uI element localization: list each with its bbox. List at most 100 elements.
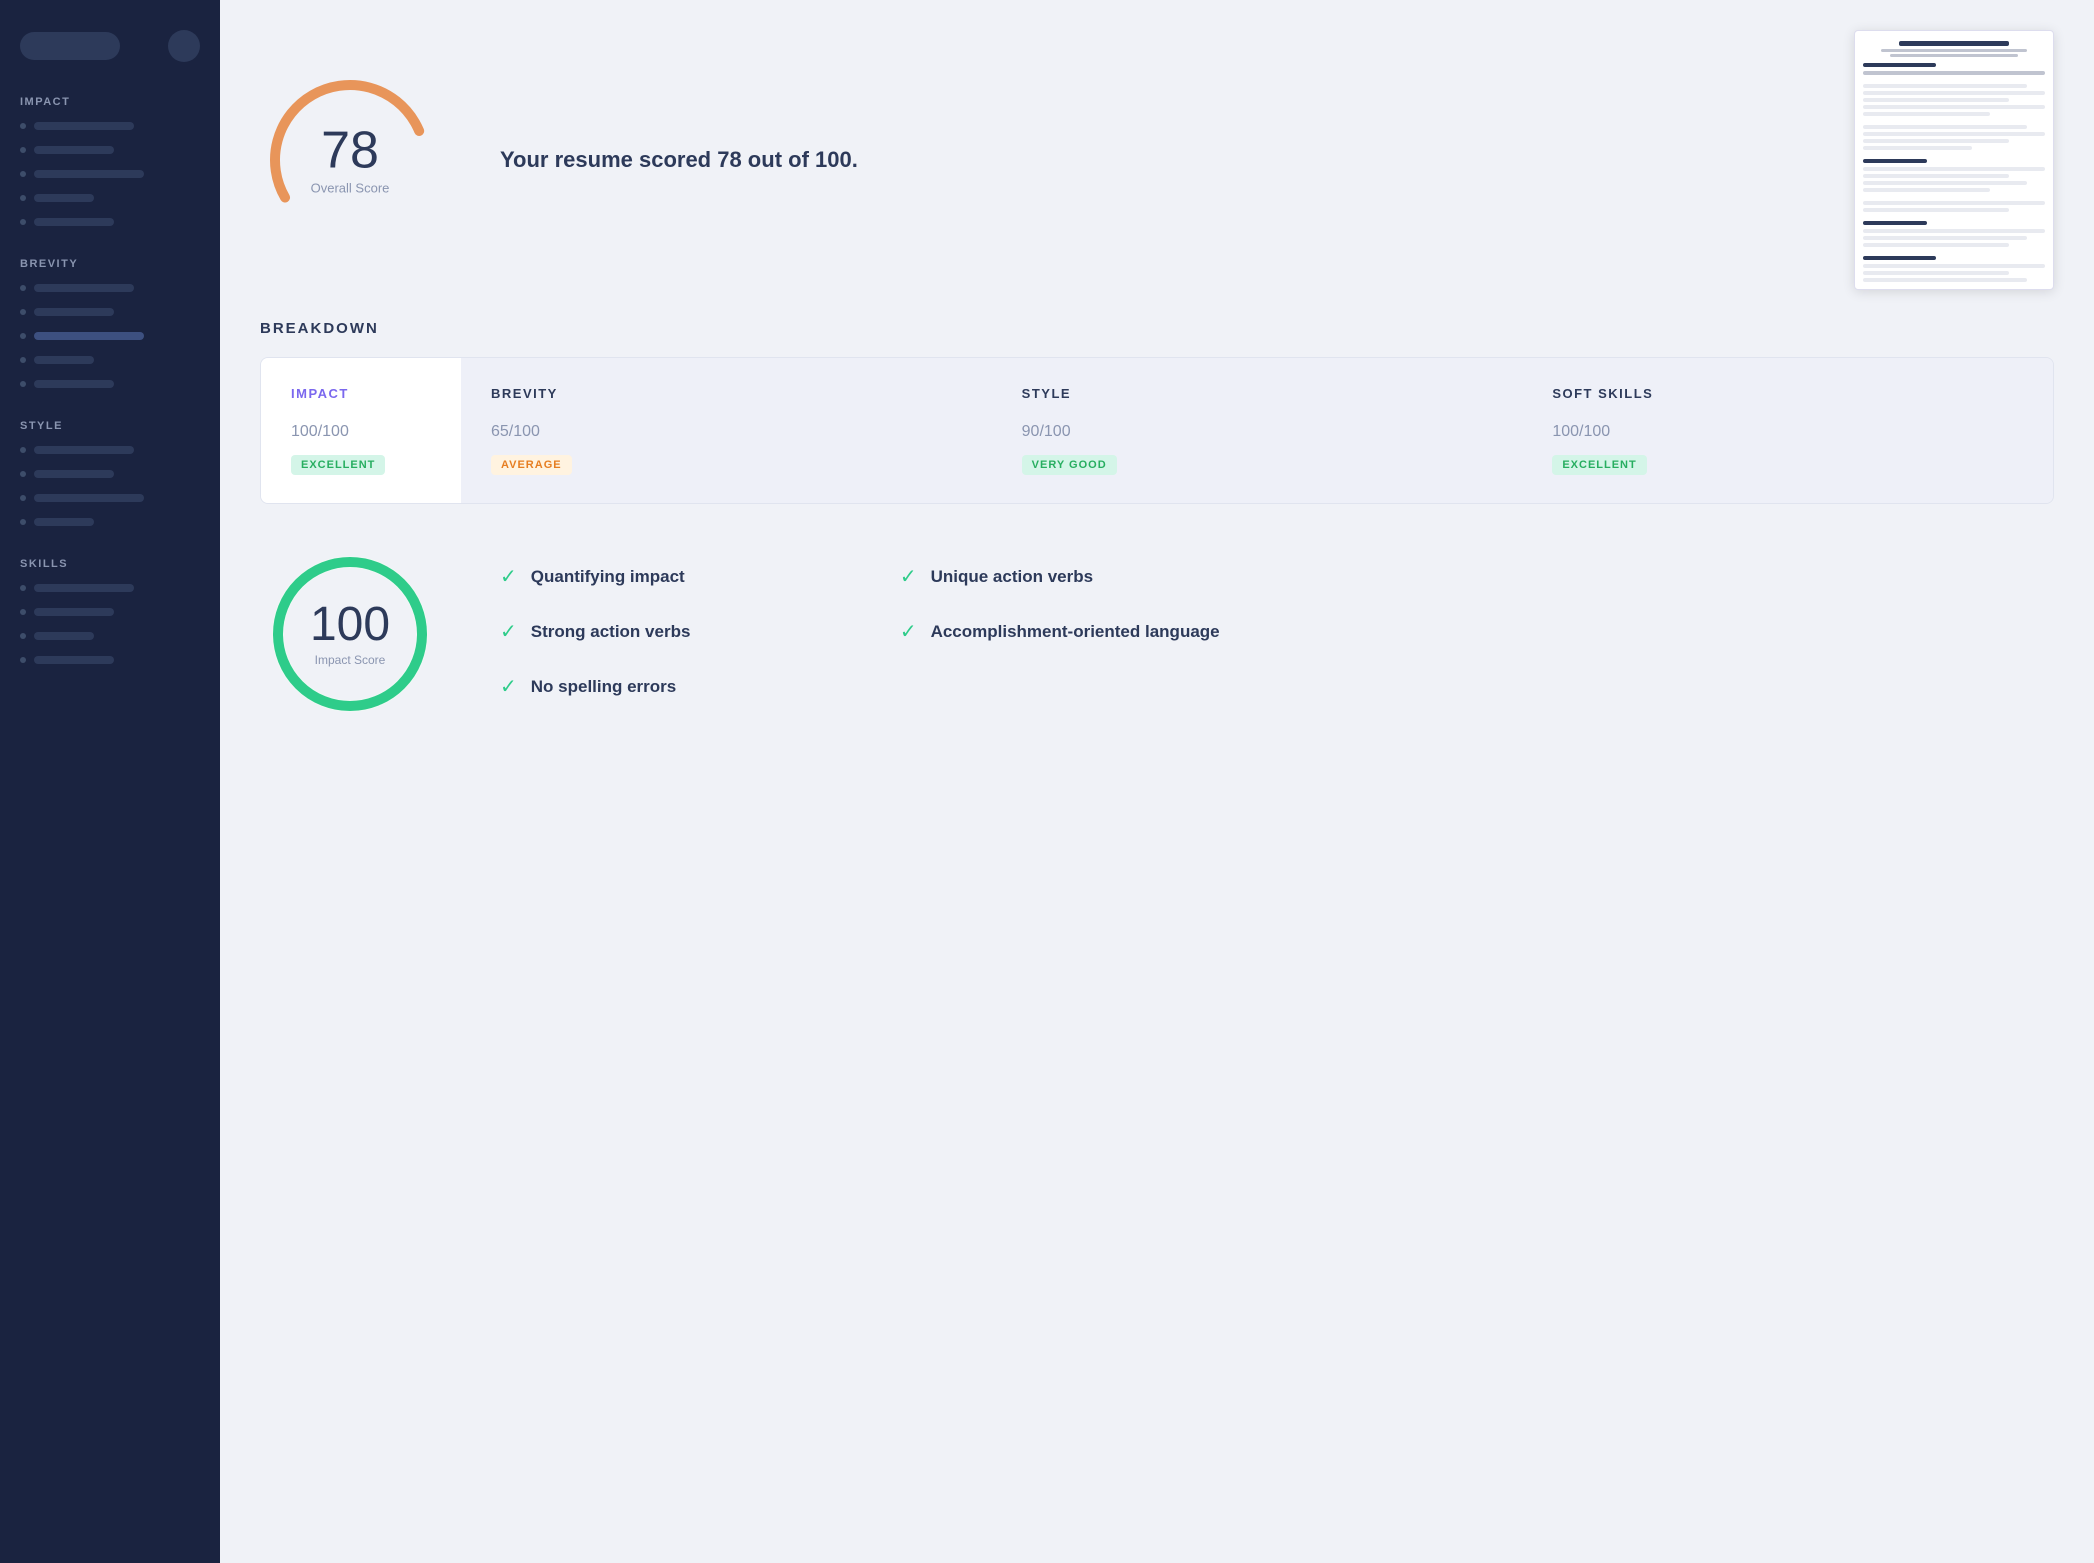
score-value: 78 xyxy=(311,125,390,177)
sidebar-item[interactable] xyxy=(20,652,200,668)
sidebar-item[interactable] xyxy=(20,604,200,620)
sidebar-bar xyxy=(34,446,134,454)
resume-line xyxy=(1863,208,2009,212)
sidebar-dot xyxy=(20,609,26,615)
sidebar-item[interactable] xyxy=(20,466,200,482)
sidebar-dot xyxy=(20,171,26,177)
sidebar-dot xyxy=(20,381,26,387)
sidebar-dot xyxy=(20,519,26,525)
sidebar-dot xyxy=(20,633,26,639)
sidebar-top-controls xyxy=(0,20,220,82)
check-text: No spelling errors xyxy=(531,677,676,697)
sidebar-item[interactable] xyxy=(20,166,200,182)
sidebar-item[interactable] xyxy=(20,304,200,320)
score-section: 78 Overall Score Your resume scored 78 o… xyxy=(260,30,2054,290)
sidebar-pill[interactable] xyxy=(20,32,120,60)
sidebar-section-style: STYLE xyxy=(0,406,220,544)
breakdown-badge-style: VERY GOOD xyxy=(1022,455,1117,475)
impact-circle: 100 Impact Score xyxy=(260,544,440,724)
sidebar-bar xyxy=(34,494,144,502)
sidebar-item[interactable] xyxy=(20,214,200,230)
breakdown-badge-softskills: EXCELLENT xyxy=(1552,455,1646,475)
sidebar-bar xyxy=(34,584,134,592)
check-item-spelling: ✓ No spelling errors xyxy=(500,674,820,699)
resume-line xyxy=(1863,278,2027,282)
breakdown-table: IMPACT 100/100 EXCELLENT BREVITY 65/100 … xyxy=(260,357,2054,504)
impact-score-value: 100 xyxy=(310,601,390,649)
resume-line xyxy=(1863,84,2027,88)
breakdown-category-label: SOFT SKILLS xyxy=(1552,386,2023,401)
sidebar-bar xyxy=(34,284,134,292)
resume-line xyxy=(1863,201,2045,205)
sidebar-label-brevity: BREVITY xyxy=(20,258,200,270)
resume-line xyxy=(1863,112,1990,116)
sidebar-bar xyxy=(34,170,144,178)
sidebar-dot xyxy=(20,333,26,339)
sidebar-item[interactable] xyxy=(20,328,200,344)
resume-line xyxy=(1863,71,2045,75)
sidebar-item[interactable] xyxy=(20,190,200,206)
sidebar-circle-button[interactable] xyxy=(168,30,200,62)
breakdown-cell-style: STYLE 90/100 VERY GOOD xyxy=(992,358,1523,503)
check-item-unique: ✓ Unique action verbs xyxy=(900,564,1220,589)
resume-line xyxy=(1863,105,2045,109)
sidebar-dot xyxy=(20,357,26,363)
sidebar-item[interactable] xyxy=(20,628,200,644)
sidebar-item[interactable] xyxy=(20,376,200,392)
breakdown-category-label: BREVITY xyxy=(491,386,962,401)
check-icon: ✓ xyxy=(900,619,917,644)
resume-line xyxy=(1863,243,2009,247)
resume-line xyxy=(1863,264,2045,268)
check-item-strong: ✓ Strong action verbs xyxy=(500,619,820,644)
check-text: Unique action verbs xyxy=(931,567,1093,587)
check-icon: ✓ xyxy=(500,674,517,699)
sidebar-bar xyxy=(34,608,114,616)
check-text: Accomplishment-oriented language xyxy=(931,622,1220,642)
resume-line xyxy=(1863,146,1972,150)
sidebar-bar xyxy=(34,122,134,130)
score-circle: 78 Overall Score xyxy=(260,70,440,250)
resume-line xyxy=(1863,271,2009,275)
sidebar-item[interactable] xyxy=(20,142,200,158)
resume-thumbnail[interactable] xyxy=(1854,30,2054,290)
breakdown-title: BREAKDOWN xyxy=(260,320,2054,337)
sidebar-section-impact: IMPACT xyxy=(0,82,220,244)
impact-detail: 100 Impact Score ✓ Quantifying impact ✓ … xyxy=(260,544,2054,724)
check-text: Quantifying impact xyxy=(531,567,685,587)
sidebar-item[interactable] xyxy=(20,280,200,296)
check-item-quantifying: ✓ Quantifying impact xyxy=(500,564,820,589)
sidebar-label-skills: SKILLS xyxy=(20,558,200,570)
resume-line xyxy=(1863,125,2027,129)
sidebar-dot xyxy=(20,309,26,315)
sidebar-item[interactable] xyxy=(20,352,200,368)
sidebar-bar xyxy=(34,332,144,340)
check-icon: ✓ xyxy=(500,619,517,644)
impact-text: 100 Impact Score xyxy=(310,601,390,667)
sidebar-item[interactable] xyxy=(20,490,200,506)
sidebar-bar xyxy=(34,656,114,664)
resume-line xyxy=(1863,132,2045,136)
sidebar-item[interactable] xyxy=(20,580,200,596)
resume-line xyxy=(1863,174,2009,178)
breakdown-score-style: 90/100 xyxy=(1022,411,1493,443)
breakdown-score-impact: 100/100 xyxy=(291,411,431,443)
resume-line xyxy=(1863,181,2027,185)
score-headline: Your resume scored 78 out of 100. xyxy=(500,147,858,173)
sidebar-item[interactable] xyxy=(20,118,200,134)
sidebar-dot xyxy=(20,585,26,591)
sidebar-bar xyxy=(34,356,94,364)
sidebar-bar xyxy=(34,380,114,388)
breakdown-score-brevity: 65/100 xyxy=(491,411,962,443)
sidebar-dot xyxy=(20,447,26,453)
sidebar-bar xyxy=(34,218,114,226)
check-icon: ✓ xyxy=(500,564,517,589)
sidebar-dot xyxy=(20,123,26,129)
resume-line xyxy=(1863,188,1990,192)
resume-line xyxy=(1863,167,2045,171)
sidebar-item[interactable] xyxy=(20,442,200,458)
resume-line xyxy=(1863,229,2045,233)
sidebar-item[interactable] xyxy=(20,514,200,530)
breakdown-cell-softskills: SOFT SKILLS 100/100 EXCELLENT xyxy=(1522,358,2053,503)
sidebar-dot xyxy=(20,495,26,501)
score-text: 78 Overall Score xyxy=(311,125,390,196)
